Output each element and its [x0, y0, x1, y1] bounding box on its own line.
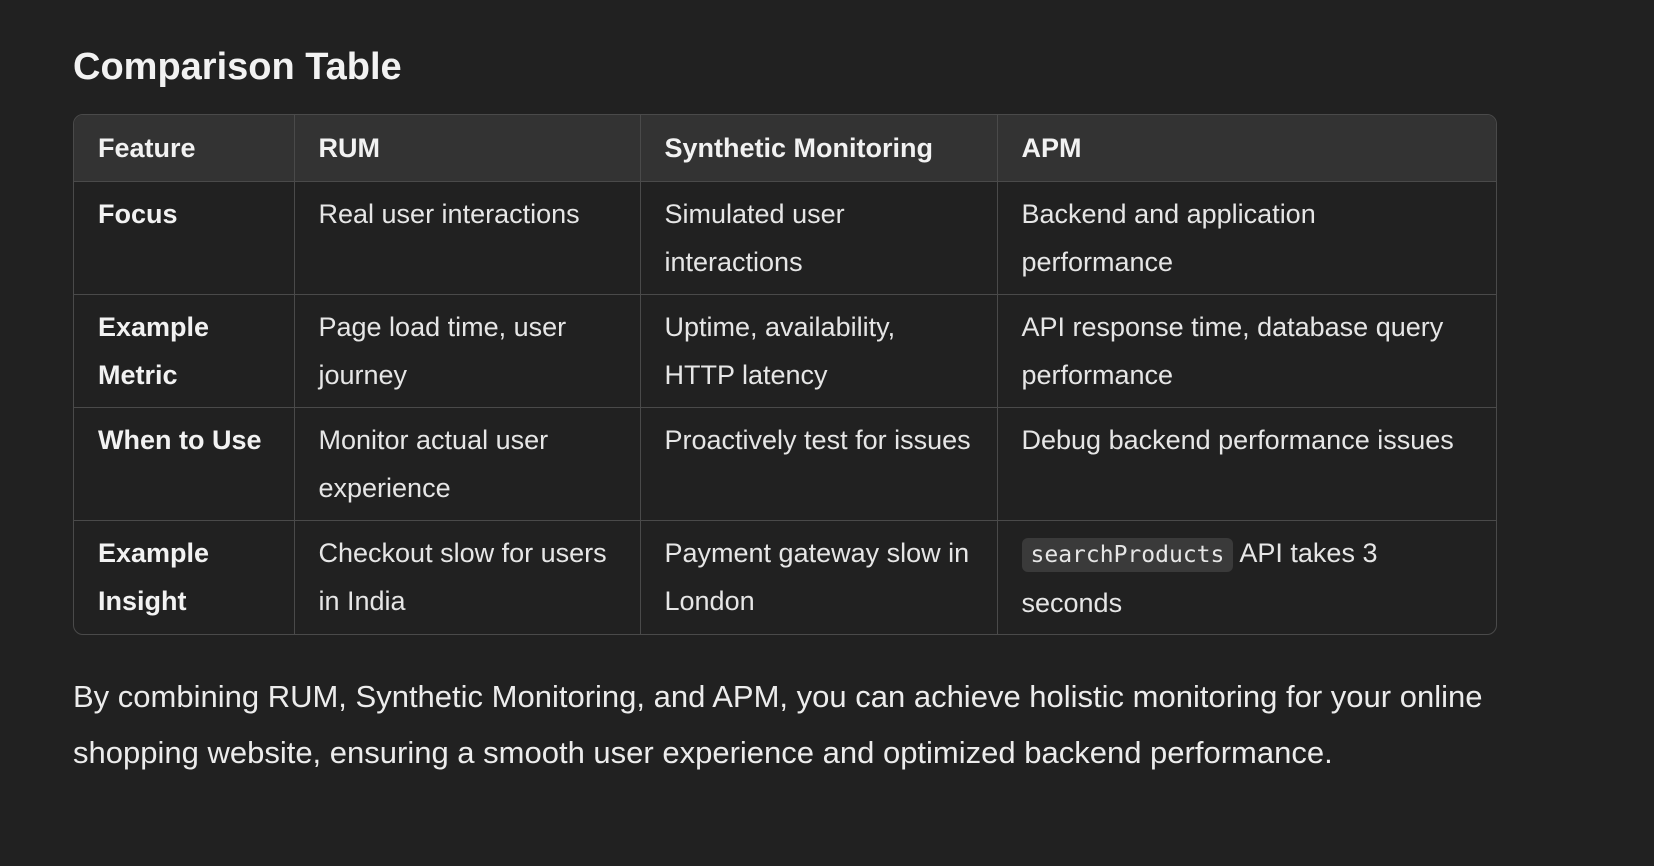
comparison-table: Feature RUM Synthetic Monitoring APM Foc… [73, 114, 1497, 635]
message-content: Comparison Table Feature RUM Synthetic M… [73, 38, 1573, 812]
cell-rum: Checkout slow for users in India [294, 520, 641, 634]
table-row: When to Use Monitor actual user experien… [74, 407, 1496, 521]
table-row: Example Insight Checkout slow for users … [74, 520, 1496, 634]
cell-synthetic: Payment gateway slow in London [640, 520, 998, 634]
cell-apm: searchProducts API takes 3 seconds [997, 521, 1496, 634]
header-feature: Feature [74, 115, 295, 182]
cell-rum: Page load time, user journey [294, 294, 641, 408]
header-apm: APM [997, 115, 1496, 182]
cell-rum: Real user interactions [294, 181, 641, 295]
cell-synthetic: Uptime, availability, HTTP latency [640, 294, 998, 408]
row-label: Example Insight [74, 520, 295, 634]
row-label: Example Metric [74, 294, 295, 408]
cell-apm: Debug backend performance issues [997, 407, 1496, 521]
cell-apm: API response time, database query perfor… [997, 294, 1496, 408]
cell-rum: Monitor actual user experience [294, 407, 641, 521]
row-label: Focus [74, 181, 295, 295]
table-header-row: Feature RUM Synthetic Monitoring APM [74, 115, 1496, 182]
section-heading: Comparison Table [73, 46, 402, 88]
inline-code: searchProducts [1021, 538, 1234, 572]
table: Feature RUM Synthetic Monitoring APM Foc… [74, 115, 1496, 634]
table-row: Focus Real user interactions Simulated u… [74, 181, 1496, 295]
row-label: When to Use [74, 407, 295, 521]
header-rum: RUM [294, 115, 641, 182]
summary-paragraph: By combining RUM, Synthetic Monitoring, … [73, 678, 1483, 770]
cell-apm: Backend and application performance [997, 181, 1496, 295]
cell-synthetic: Simulated user interactions [640, 181, 998, 295]
header-synthetic: Synthetic Monitoring [640, 115, 998, 182]
cell-synthetic: Proactively test for issues [640, 407, 998, 521]
table-row: Example Metric Page load time, user jour… [74, 294, 1496, 408]
